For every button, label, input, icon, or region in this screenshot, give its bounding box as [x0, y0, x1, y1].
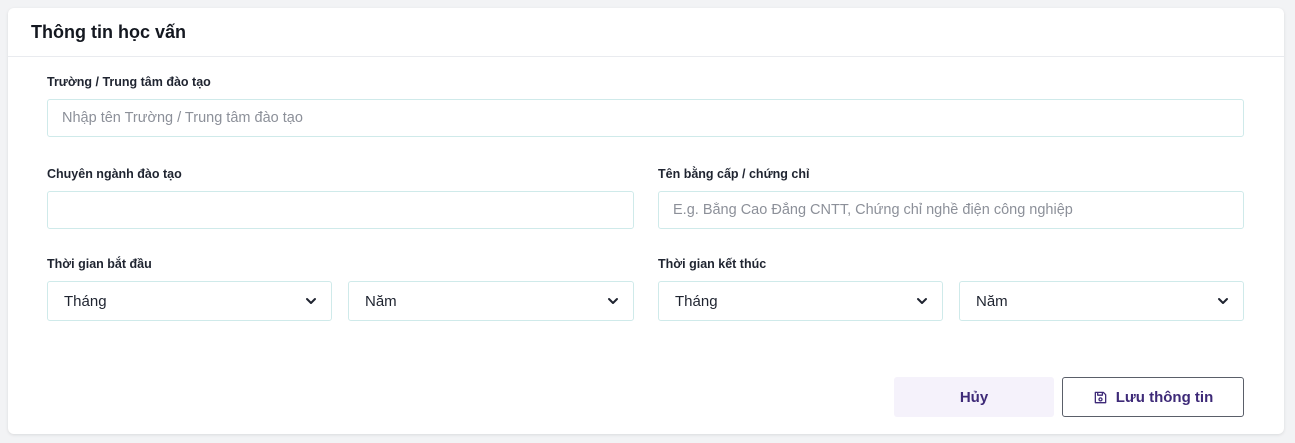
end-year-value: Năm	[976, 292, 1008, 310]
start-month-value: Tháng	[64, 292, 107, 310]
end-time-label: Thời gian kết thúc	[658, 257, 767, 271]
end-year-select[interactable]: Năm	[959, 281, 1244, 321]
start-year-select[interactable]: Năm	[348, 281, 634, 321]
start-time-label: Thời gian bắt đầu	[47, 257, 152, 271]
degree-input[interactable]	[658, 191, 1244, 229]
education-info-card: Thông tin học vấn Trường / Trung tâm đào…	[8, 8, 1284, 434]
save-button[interactable]: Lưu thông tin	[1062, 377, 1244, 417]
major-label: Chuyên ngành đào tạo	[47, 167, 182, 181]
end-month-select[interactable]: Tháng	[658, 281, 943, 321]
start-month-select[interactable]: Tháng	[47, 281, 332, 321]
section-title: Thông tin học vấn	[31, 21, 186, 42]
end-month-value: Tháng	[675, 292, 718, 310]
school-input[interactable]	[47, 99, 1244, 137]
chevron-down-icon	[608, 298, 618, 304]
card-header: Thông tin học vấn	[8, 8, 1284, 57]
major-input[interactable]	[47, 191, 634, 229]
save-button-label: Lưu thông tin	[1115, 388, 1214, 406]
school-label: Trường / Trung tâm đào tạo	[47, 75, 211, 89]
degree-label: Tên bằng cấp / chứng chỉ	[658, 167, 810, 181]
save-icon	[1094, 391, 1107, 403]
cancel-button[interactable]: Hủy	[894, 377, 1054, 417]
start-year-value: Năm	[365, 292, 397, 310]
chevron-down-icon	[917, 298, 927, 304]
chevron-down-icon	[306, 298, 316, 304]
chevron-down-icon	[1218, 298, 1228, 304]
